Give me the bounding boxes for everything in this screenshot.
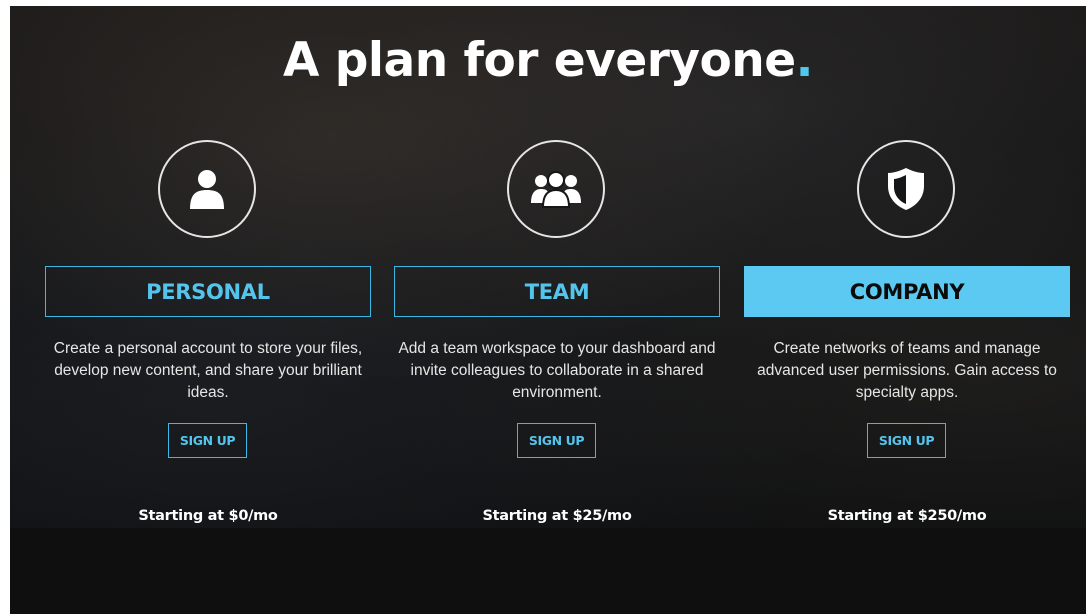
plan-title-team[interactable]: TEAM <box>394 266 720 317</box>
plan-card-personal: PERSONAL Create a personal account to st… <box>45 140 371 528</box>
shield-icon <box>857 140 955 238</box>
pricing-section: A plan for everyone. PERSONAL Create a p… <box>10 6 1086 614</box>
page-title-text: A plan for everyone <box>283 33 796 88</box>
plan-price-company: Starting at $250/mo <box>827 508 987 524</box>
page-title-accent-dot: . <box>795 33 814 88</box>
plan-price-team: Starting at $25/mo <box>482 508 632 524</box>
plan-description-company: Create networks of teams and manage adva… <box>757 340 1057 401</box>
signup-button-personal[interactable]: SIGN UP <box>168 423 247 458</box>
footer-band <box>10 528 1086 614</box>
team-icon <box>507 140 605 238</box>
plan-title-personal[interactable]: PERSONAL <box>45 266 371 317</box>
plan-price-personal: Starting at $0/mo <box>138 508 278 524</box>
plan-card-company: COMPANY Create networks of teams and man… <box>744 140 1070 528</box>
plan-description-personal: Create a personal account to store your … <box>53 340 363 401</box>
page-title: A plan for everyone. <box>10 32 1086 90</box>
signup-button-team[interactable]: SIGN UP <box>517 423 596 458</box>
plan-card-team: TEAM Add a team workspace to your dashbo… <box>394 140 720 528</box>
user-icon <box>158 140 256 238</box>
plan-description-team: Add a team workspace to your dashboard a… <box>398 340 716 401</box>
plan-title-company[interactable]: COMPANY <box>744 266 1070 317</box>
signup-button-company[interactable]: SIGN UP <box>867 423 946 458</box>
